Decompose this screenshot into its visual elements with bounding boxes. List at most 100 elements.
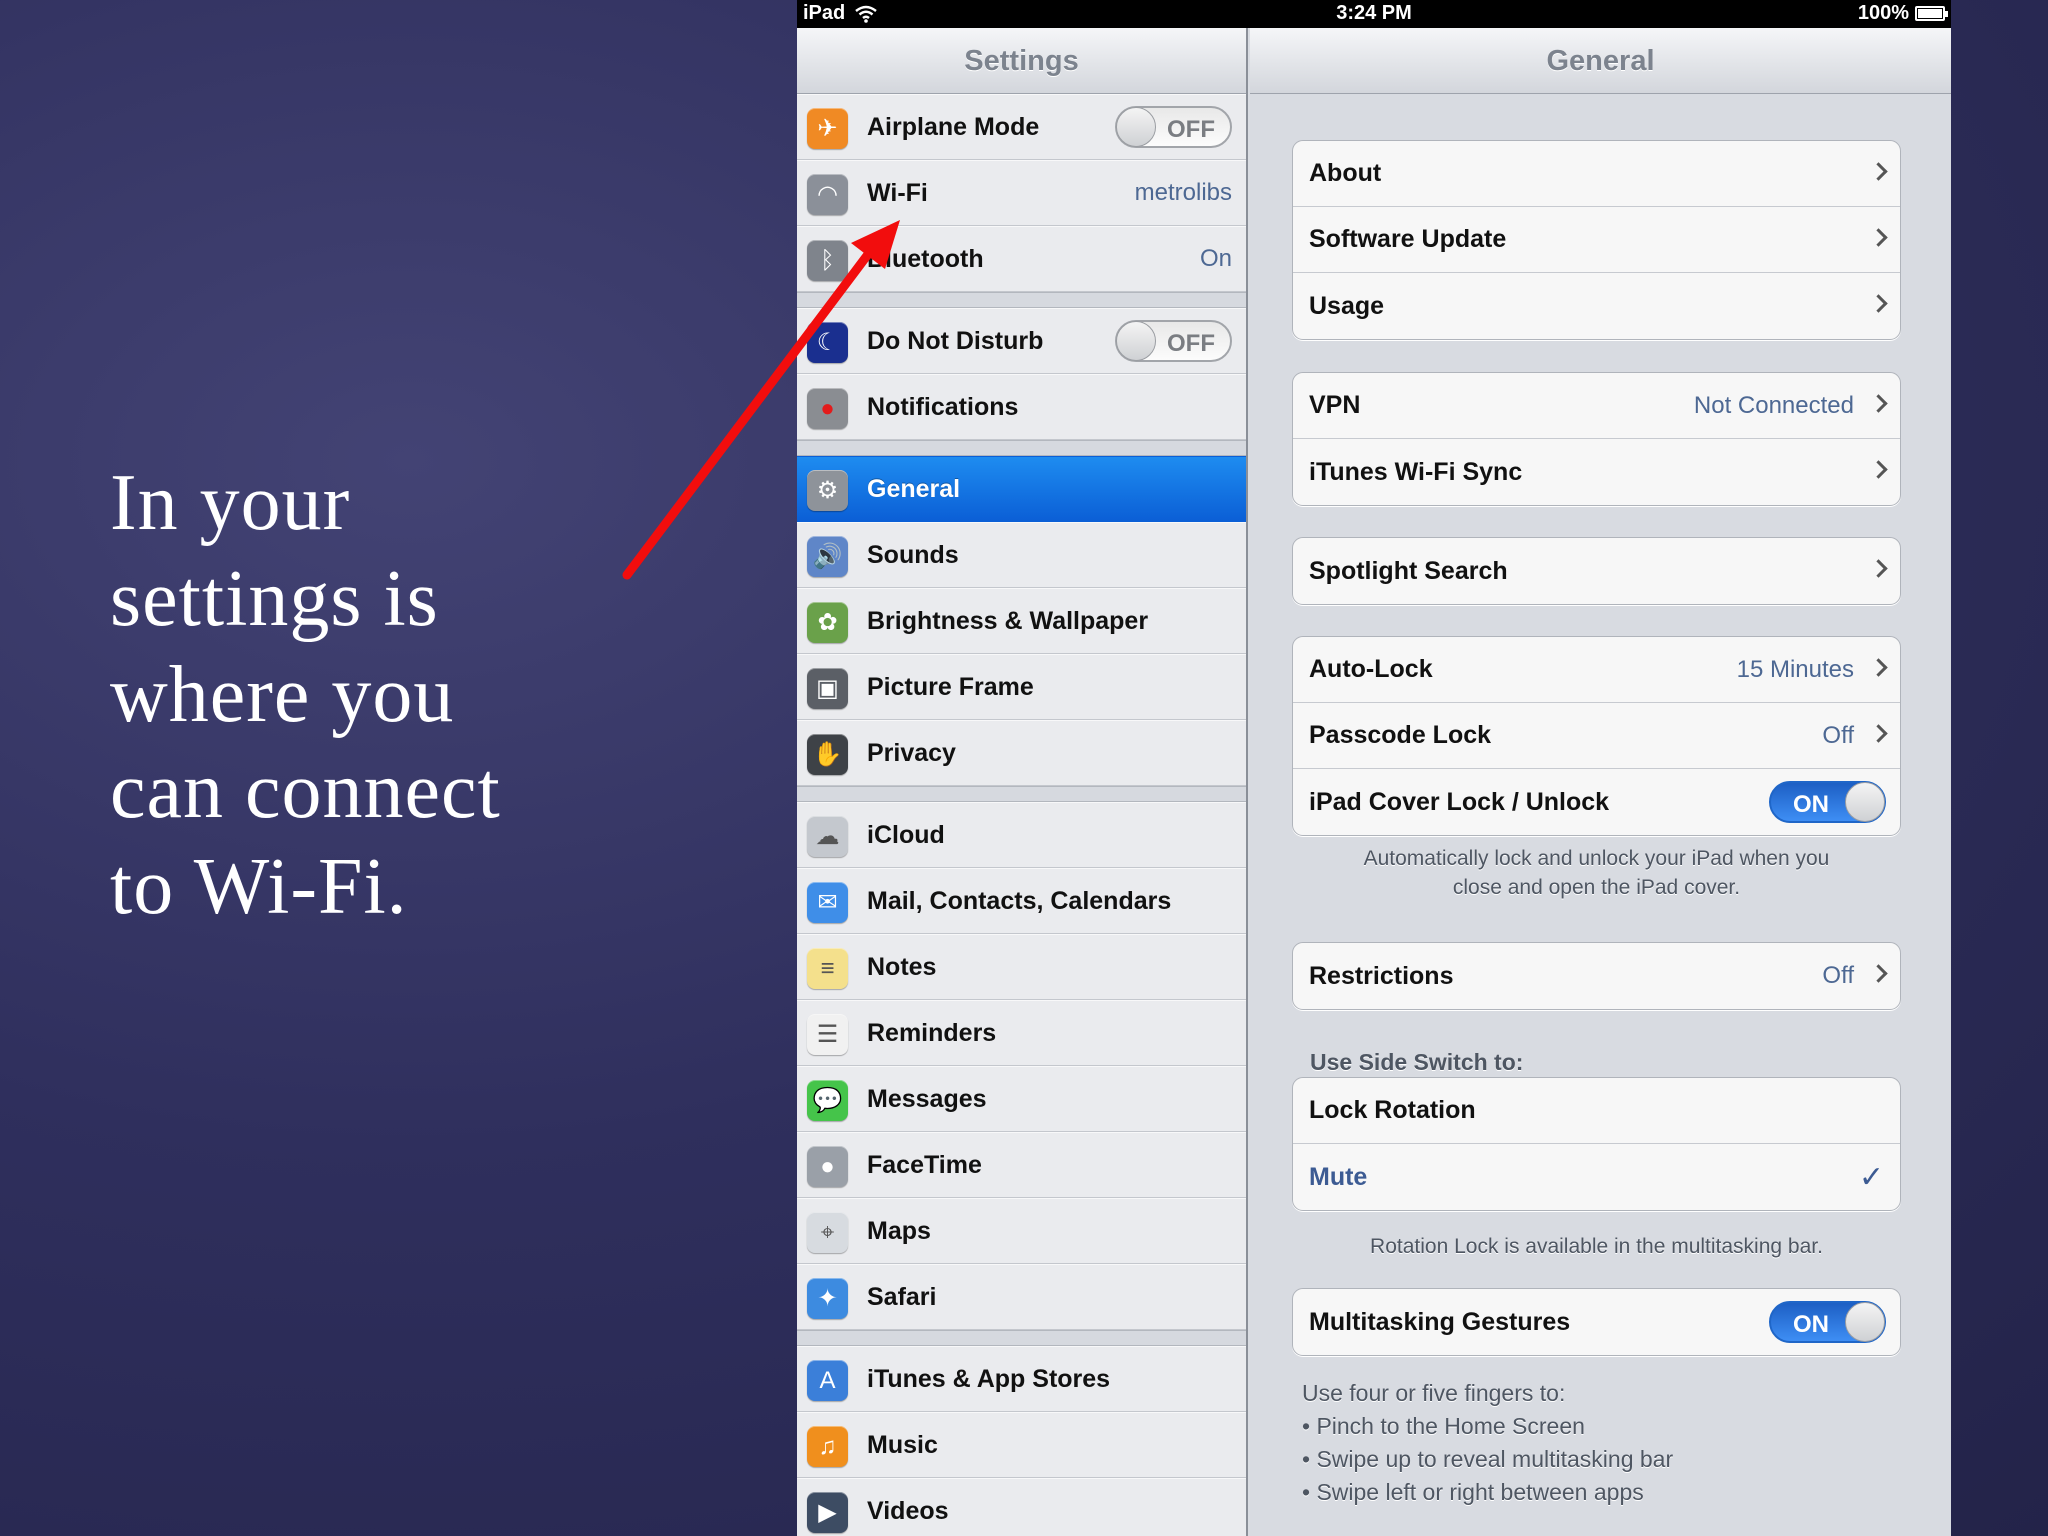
sidebar-item-general[interactable]: ⚙ General — [797, 456, 1246, 522]
row-label: Multitasking Gestures — [1309, 1307, 1571, 1336]
sidebar-item-label: Videos — [867, 1496, 949, 1525]
toggle-knob — [1845, 782, 1885, 822]
detail-title: General — [1250, 28, 1951, 94]
sidebar-item-label: General — [867, 474, 961, 503]
row-label: Restrictions — [1309, 961, 1454, 990]
vpn-status: Not Connected — [1693, 391, 1854, 419]
row-restrictions[interactable]: Restrictions Off — [1293, 943, 1900, 1009]
sidebar-item-privacy[interactable]: ✋ Privacy — [797, 720, 1246, 786]
music-note-icon: ♫ — [807, 1426, 848, 1467]
network-group: VPN Not Connected iTunes Wi-Fi Sync — [1292, 372, 1901, 506]
clapper-icon: ▶ — [807, 1492, 848, 1533]
row-label: iTunes Wi-Fi Sync — [1309, 457, 1523, 486]
sidebar-item-bluetooth[interactable]: ᛒ Bluetooth On — [797, 226, 1246, 292]
checkmark-icon: ✓ — [1858, 1160, 1884, 1194]
chevron-right-icon — [1872, 557, 1886, 581]
settings-list: ✈ Airplane Mode OFF ◠ Wi-Fi metrolibs ᛒ Bluetoo… — [797, 94, 1246, 1536]
row-auto-lock[interactable]: Auto-Lock 15 Minutes — [1293, 637, 1900, 703]
row-label: Lock Rotation — [1309, 1096, 1476, 1124]
sidebar-item-reminders[interactable]: ☰ Reminders — [797, 1000, 1246, 1066]
caption-line: settings is — [110, 555, 439, 643]
row-passcode-lock[interactable]: Passcode Lock Off — [1293, 703, 1900, 769]
sidebar-item-safari[interactable]: ✦ Safari — [797, 1264, 1246, 1330]
row-itunes-wifi-sync[interactable]: iTunes Wi-Fi Sync — [1293, 439, 1900, 505]
airplane-icon: ✈ — [807, 108, 848, 149]
sidebar-item-icloud[interactable]: ☁ iCloud — [797, 802, 1246, 868]
row-mute[interactable]: Mute ✓ — [1293, 1144, 1900, 1210]
settings-group: ✈ Airplane Mode OFF ◠ Wi-Fi metrolibs ᛒ Bluetoo… — [797, 94, 1246, 293]
gear-icon: ⚙ — [807, 470, 848, 511]
settings-group: AiTunes & App Stores ♫ Music ▶ Videos — [797, 1345, 1246, 1536]
row-about[interactable]: About — [1293, 141, 1900, 207]
caption-line: In your — [110, 459, 351, 547]
note-line: close and open the iPad cover. — [1452, 876, 1741, 899]
sidebar-item-brightness-wallpaper[interactable]: ✿ Brightness & Wallpaper — [797, 588, 1246, 654]
sidebar-item-itunes-app-stores[interactable]: AiTunes & App Stores — [797, 1346, 1246, 1412]
caption-line: to Wi-Fi. — [110, 843, 408, 931]
bluetooth-icon: ᛒ — [807, 240, 848, 281]
chevron-right-icon — [1872, 160, 1886, 184]
battery-icon — [1915, 6, 1948, 21]
chevron-right-icon — [1872, 656, 1886, 680]
caption-line: where you — [110, 651, 455, 739]
cover-lock-toggle[interactable]: ON — [1769, 781, 1886, 823]
lock-group: Auto-Lock 15 Minutes Passcode Lock Off i… — [1292, 636, 1901, 836]
sidebar-item-picture-frame[interactable]: ▣ Picture Frame — [797, 654, 1246, 720]
multitasking-toggle[interactable]: ON — [1769, 1301, 1886, 1343]
toggle-switch[interactable]: OFF — [1115, 320, 1232, 362]
row-lock-rotation[interactable]: Lock Rotation — [1293, 1078, 1900, 1144]
speaker-icon: 🔊 — [807, 536, 848, 577]
passcode-value: Off — [1822, 721, 1854, 749]
sidebar-item-label: iCloud — [867, 820, 945, 849]
sidebar-item-messages[interactable]: 💬 Messages — [797, 1066, 1246, 1132]
row-usage[interactable]: Usage — [1293, 273, 1900, 339]
general-pane: General About Software Update Usage VPN … — [1250, 28, 1951, 1536]
sidebar-item-label: Sounds — [867, 540, 959, 569]
chevron-right-icon — [1872, 226, 1886, 250]
sidebar-item-airplane-mode[interactable]: ✈ Airplane Mode OFF — [797, 94, 1246, 160]
side-switch-group: Lock Rotation Mute ✓ — [1292, 1077, 1901, 1211]
sidebar-item-sounds[interactable]: 🔊 Sounds — [797, 522, 1246, 588]
sidebar-item-notes[interactable]: ≡ Notes — [797, 934, 1246, 1000]
sidebar-item-label: Brightness & Wallpaper — [867, 606, 1149, 635]
chevron-right-icon — [1872, 392, 1886, 416]
sidebar-item-wi-fi[interactable]: ◠ Wi-Fi metrolibs — [797, 160, 1246, 226]
sidebar-item-label: Reminders — [867, 1018, 997, 1047]
notifications-icon: ● — [807, 388, 848, 429]
sidebar-item-mail-contacts-calendars[interactable]: ✉ Mail, Contacts, Calendars — [797, 868, 1246, 934]
sidebar-item-music[interactable]: ♫ Music — [797, 1412, 1246, 1478]
sidebar-item-label: Mail, Contacts, Calendars — [867, 886, 1172, 915]
slide-caption: In your settings is where you can connec… — [110, 455, 630, 935]
sidebar-item-notifications[interactable]: ● Notifications — [797, 374, 1246, 440]
row-multitasking-gestures: Multitasking Gestures ON — [1293, 1289, 1900, 1355]
sidebar-item-facetime[interactable]: ● FaceTime — [797, 1132, 1246, 1198]
sidebar-item-label: Safari — [867, 1282, 937, 1311]
toggle-switch[interactable]: OFF — [1115, 106, 1232, 148]
sidebar-item-label: Airplane Mode — [867, 112, 1040, 141]
sidebar-item-do-not-disturb[interactable]: ☾ Do Not Disturb OFF — [797, 308, 1246, 374]
multitasking-group: Multitasking Gestures ON — [1292, 1288, 1901, 1356]
reminders-icon: ☰ — [807, 1014, 848, 1055]
wifi-icon: ◠ — [807, 174, 848, 215]
row-label: Mute — [1309, 1162, 1368, 1191]
row-spotlight-search[interactable]: Spotlight Search — [1293, 538, 1900, 604]
sidebar-item-maps[interactable]: ⌖ Maps — [797, 1198, 1246, 1264]
mail-icon: ✉ — [807, 882, 848, 923]
sidebar-item-label: Picture Frame — [867, 672, 1034, 701]
notes-icon: ≡ — [807, 948, 848, 989]
row-software-update[interactable]: Software Update — [1293, 207, 1900, 273]
picture-frame-icon: ▣ — [807, 668, 848, 709]
restrictions-group: Restrictions Off — [1292, 942, 1901, 1010]
cover-lock-note: Automatically lock and unlock your iPad … — [1292, 844, 1901, 902]
toggle-knob — [1845, 1302, 1885, 1342]
gesture-item: • Swipe up to reveal multitasking bar — [1302, 1446, 1674, 1472]
sidebar-item-value: On — [1199, 245, 1232, 272]
note-line: Automatically lock and unlock your iPad … — [1363, 847, 1830, 870]
sidebar-item-videos[interactable]: ▶ Videos — [797, 1478, 1246, 1536]
row-label: Software Update — [1309, 225, 1507, 253]
row-vpn[interactable]: VPN Not Connected — [1293, 373, 1900, 439]
app-store-icon: A — [807, 1360, 848, 1401]
sidebar-item-label: Maps — [867, 1216, 931, 1245]
info-group: About Software Update Usage — [1292, 140, 1901, 340]
toggle-text: ON — [1793, 791, 1829, 818]
